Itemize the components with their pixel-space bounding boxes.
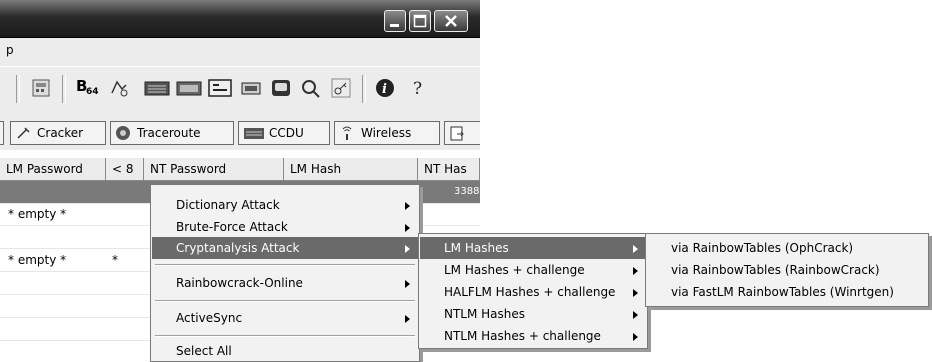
- col-lm-password[interactable]: LM Password: [0, 158, 106, 180]
- menu-item-ntlm-hashes-challenge[interactable]: NTLM Hashes + challenge: [420, 325, 646, 347]
- hash-calculator-icon[interactable]: [30, 77, 52, 99]
- network-card-icon[interactable]: [208, 77, 232, 99]
- lm-password-cell: * empty *: [8, 253, 67, 267]
- menu-item-brute-force-attack[interactable]: Brute-Force Attack: [152, 216, 418, 238]
- menu-item-label: via RainbowTables (RainbowCrack): [671, 263, 880, 277]
- menu-item-label: Rainbowcrack-Online: [176, 276, 303, 290]
- toolbar-separator: [62, 75, 66, 103]
- submenu-arrow-icon: [633, 245, 638, 253]
- submenu-arrow-icon: [633, 267, 638, 275]
- menu-item-activesync[interactable]: ActiveSync: [152, 307, 418, 329]
- menu-item-label: NTLM Hashes: [444, 307, 526, 321]
- less-than-8-cell: *: [112, 253, 118, 267]
- col-less-than-8[interactable]: < 8: [106, 158, 144, 180]
- cisco-icon[interactable]: [144, 77, 170, 99]
- dial-up-icon[interactable]: [240, 77, 262, 99]
- grid-header: LM Password < 8 NT Password LM Hash NT H…: [0, 158, 480, 181]
- maximize-icon: [413, 14, 427, 28]
- menu-item-label: LM Hashes: [444, 241, 509, 255]
- toolbar: B 64 i ?: [0, 66, 480, 110]
- menu-item-ntlm-hashes[interactable]: NTLM Hashes: [420, 303, 646, 325]
- toolbar-separator: [362, 75, 366, 103]
- col-nt-password[interactable]: NT Password: [144, 158, 284, 180]
- cryptanalysis-submenu: LM Hashes LM Hashes + challenge HALFLM H…: [418, 233, 648, 349]
- base64-icon[interactable]: B 64: [74, 77, 102, 99]
- menu-item-dictionary-attack[interactable]: Dictionary Attack: [152, 194, 418, 216]
- tab-traceroute-label: Traceroute: [137, 126, 201, 140]
- lsa-secrets-icon[interactable]: [108, 77, 130, 99]
- maximize-button[interactable]: [409, 10, 431, 32]
- cracker-icon: [17, 127, 30, 139]
- vnc-decoder-icon[interactable]: [176, 77, 202, 99]
- minimize-button[interactable]: [384, 10, 406, 32]
- menu-item-label: NTLM Hashes + challenge: [444, 329, 601, 343]
- menu-item-cryptanalysis-attack[interactable]: Cryptanalysis Attack: [152, 237, 418, 259]
- menu-item-label: Select All: [176, 344, 232, 358]
- menu-item-via-fastlm-winrtgen[interactable]: via FastLM RainbowTables (Winrtgen): [647, 281, 927, 303]
- minimize-icon: [390, 24, 399, 27]
- tab-wireless[interactable]: Wireless: [334, 121, 440, 145]
- menu-item-label: ActiveSync: [176, 311, 243, 325]
- menu-item-via-ophcrack[interactable]: via RainbowTables (OphCrack): [647, 237, 927, 259]
- menu-item-label: Brute-Force Attack: [176, 220, 288, 234]
- toolbar-separator: [16, 75, 20, 103]
- query-icon: [450, 126, 464, 141]
- menu-item-label: LM Hashes + challenge: [444, 263, 585, 277]
- submenu-arrow-icon: [405, 224, 410, 232]
- svg-text:i: i: [382, 82, 387, 97]
- rsa-key-icon[interactable]: [300, 77, 322, 99]
- menu-item-label: Dictionary Attack: [176, 198, 280, 212]
- tab-query[interactable]: [444, 121, 480, 145]
- ccdu-icon: [244, 128, 264, 139]
- tab-ccdu[interactable]: CCDU: [238, 121, 330, 145]
- help-icon[interactable]: ?: [408, 77, 430, 99]
- svg-text:?: ?: [413, 79, 422, 99]
- key-icon[interactable]: [330, 77, 352, 99]
- submenu-arrow-icon: [405, 245, 410, 253]
- submenu-arrow-icon: [633, 289, 638, 297]
- submenu-arrow-icon: [405, 315, 410, 323]
- menu-item-via-rainbowcrack[interactable]: via RainbowTables (RainbowCrack): [647, 259, 927, 281]
- tab-strip: Cracker Traceroute CCDU Wireless: [0, 116, 480, 150]
- title-bar[interactable]: [0, 0, 480, 38]
- lm-hashes-submenu: via RainbowTables (OphCrack) via Rainbow…: [645, 233, 929, 307]
- lm-password-cell: * empty *: [8, 207, 67, 221]
- tab-ccdu-label: CCDU: [269, 126, 304, 140]
- col-nt-hash[interactable]: NT Has: [418, 158, 480, 180]
- wireless-icon: [342, 126, 352, 140]
- info-icon[interactable]: i: [374, 77, 396, 99]
- menu-separator: [155, 264, 415, 266]
- menu-item-lm-hashes[interactable]: LM Hashes: [420, 237, 646, 259]
- submenu-arrow-icon: [405, 202, 410, 210]
- close-icon: [445, 15, 457, 27]
- nt-hash-cell: 33884A: [454, 186, 480, 197]
- tab-partial[interactable]: [0, 121, 4, 145]
- disk-icon[interactable]: [270, 77, 292, 99]
- menu-item-label: via FastLM RainbowTables (Winrtgen): [671, 285, 894, 299]
- menu-help[interactable]: p: [6, 43, 14, 57]
- menu-item-label: via RainbowTables (OphCrack): [671, 241, 854, 255]
- col-lm-hash[interactable]: LM Hash: [284, 158, 418, 180]
- menu-bar: p: [0, 38, 480, 62]
- menu-item-rainbowcrack-online[interactable]: Rainbowcrack-Online: [152, 272, 418, 294]
- menu-item-lm-hashes-challenge[interactable]: LM Hashes + challenge: [420, 259, 646, 281]
- tab-cracker[interactable]: Cracker: [10, 121, 106, 145]
- submenu-arrow-icon: [633, 333, 638, 341]
- base64-subscript: 64: [86, 87, 99, 97]
- submenu-arrow-icon: [405, 280, 410, 288]
- traceroute-icon: [116, 126, 130, 140]
- context-menu: Dictionary Attack Brute-Force Attack Cry…: [150, 184, 420, 362]
- menu-item-select-all[interactable]: Select All: [152, 340, 418, 362]
- menu-item-halflm-hashes-challenge[interactable]: HALFLM Hashes + challenge: [420, 281, 646, 303]
- tab-wireless-label: Wireless: [361, 126, 412, 140]
- tab-traceroute[interactable]: Traceroute: [110, 121, 234, 145]
- menu-separator: [155, 300, 415, 302]
- tab-cracker-label: Cracker: [37, 126, 84, 140]
- close-button[interactable]: [434, 10, 468, 32]
- submenu-arrow-icon: [633, 311, 638, 319]
- menu-item-label: HALFLM Hashes + challenge: [444, 285, 616, 299]
- menu-separator: [155, 335, 415, 337]
- menu-item-label: Cryptanalysis Attack: [176, 241, 300, 255]
